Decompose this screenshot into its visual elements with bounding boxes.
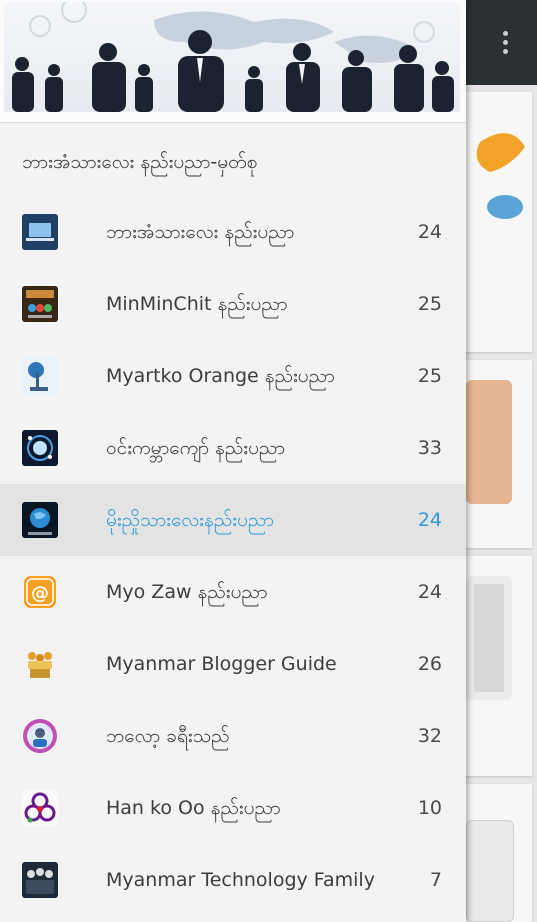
- post-count: 25: [417, 293, 442, 315]
- post-count: 32: [417, 725, 442, 747]
- post-count: 25: [417, 365, 442, 387]
- blog-name: မိုးညှိုသားလေးနည်းပညာ: [106, 509, 275, 531]
- device-image: [466, 820, 514, 922]
- business-people-banner-image: [4, 2, 460, 112]
- laptop-thumb-icon: [22, 214, 58, 250]
- blog-name: Han ko Oo နည်းပညာ: [106, 797, 281, 819]
- blog-name: ဘားအံသားလေး နည်းပညာ: [106, 221, 295, 243]
- svg-text:@: @: [31, 583, 49, 604]
- tech-family-thumb-icon: [22, 862, 58, 898]
- blog-name: Myartko Orange နည်းပညာ: [106, 365, 335, 387]
- list-item-selected[interactable]: မိုးညှိုသားလေးနည်းပညာ 24: [0, 484, 466, 556]
- list-item[interactable]: Myartko Orange နည်းပညာ 25: [0, 340, 466, 412]
- post-count: 24: [417, 509, 442, 531]
- drawer-header: [0, 0, 466, 123]
- post-count: 33: [417, 437, 442, 459]
- blog-name: Myanmar Technology Family: [106, 869, 375, 891]
- blog-list: ဘားအံသားလေး နည်းပညာ 24 MinMinChit နည်းပည…: [0, 196, 466, 916]
- camera-icon: [466, 576, 512, 700]
- desk-lamp-thumb-icon: [22, 358, 58, 394]
- list-item[interactable]: @ Myo Zaw နည်းပညာ 24: [0, 556, 466, 628]
- minminchit-thumb-icon: [22, 286, 58, 322]
- baby-photo-image: [466, 380, 512, 504]
- portrait-thumb-icon: [22, 718, 58, 754]
- list-item[interactable]: ဘားအံသားလေး နည်းပညာ 24: [0, 196, 466, 268]
- post-count: 24: [417, 221, 442, 243]
- list-item[interactable]: MinMinChit နည်းပညာ 25: [0, 268, 466, 340]
- blog-name: ဝင်းကမ္ဘာကျော် နည်းပညာ: [106, 437, 286, 459]
- navigation-drawer: ဘားအံသားလေး နည်းပညာ-မှတ်စု ဘားအံသားလေး န…: [0, 0, 466, 922]
- post-count: 24: [417, 581, 442, 603]
- blog-name: Myo Zaw နည်းပညာ: [106, 581, 268, 603]
- blog-name: ဘလော့ ခရီးသည်: [106, 725, 230, 747]
- at-sign-thumb-icon: @: [22, 574, 58, 610]
- post-count: 26: [417, 653, 442, 675]
- blog-name: Myanmar Blogger Guide: [106, 653, 337, 675]
- list-item[interactable]: ဘလော့ ခရီးသည် 32: [0, 700, 466, 772]
- post-count: 7: [429, 869, 442, 891]
- archive-title: ဘားအံသားလေး နည်းပညာ-မှတ်စု: [22, 151, 258, 173]
- post-count: 10: [417, 797, 442, 819]
- list-item[interactable]: ဝင်းကမ္ဘာကျော် နည်းပညာ 33: [0, 412, 466, 484]
- globe-thumb-icon: [22, 502, 58, 538]
- biohazard-thumb-icon: [22, 790, 58, 826]
- list-item[interactable]: Han ko Oo နည်းပညာ 10: [0, 772, 466, 844]
- blog-name: MinMinChit နည်းပညာ: [106, 293, 288, 315]
- light-burst-thumb-icon: [22, 430, 58, 466]
- list-item[interactable]: Myanmar Technology Family 7: [0, 844, 466, 916]
- list-item[interactable]: Myanmar Blogger Guide 26: [0, 628, 466, 700]
- overflow-menu-icon[interactable]: [493, 24, 517, 60]
- people-thumb-icon: [22, 646, 58, 682]
